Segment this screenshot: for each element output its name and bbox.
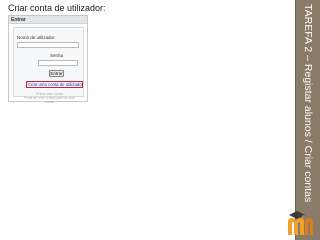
- create-account-link[interactable]: Criar uma conta de utilizador: [26, 81, 83, 88]
- login-button[interactable]: Entrar: [49, 70, 64, 77]
- login-form-panel: Nome de utilizador Senha Entrar Criar um…: [13, 27, 84, 104]
- login-box-header: Entrar: [9, 16, 87, 24]
- password-field[interactable]: [38, 60, 78, 66]
- guest-info-text: Entrar sem conta Pode ter sido criada pa…: [22, 92, 77, 104]
- slide-title: TAREFA 2 – Registar alunos / Criar conta…: [302, 4, 314, 203]
- password-label: Senha: [50, 53, 64, 58]
- guest-info-line: Pode ter sido criada para si uma conta: [24, 96, 75, 104]
- username-field[interactable]: [17, 42, 79, 48]
- username-label: Nome de utilizador: [17, 35, 55, 40]
- moodle-logo-icon: [288, 211, 313, 235]
- login-screenshot: Entrar Nome de utilizador Senha Entrar C…: [8, 15, 88, 104]
- slide-caption: Criar conta de utilizador:: [8, 3, 106, 13]
